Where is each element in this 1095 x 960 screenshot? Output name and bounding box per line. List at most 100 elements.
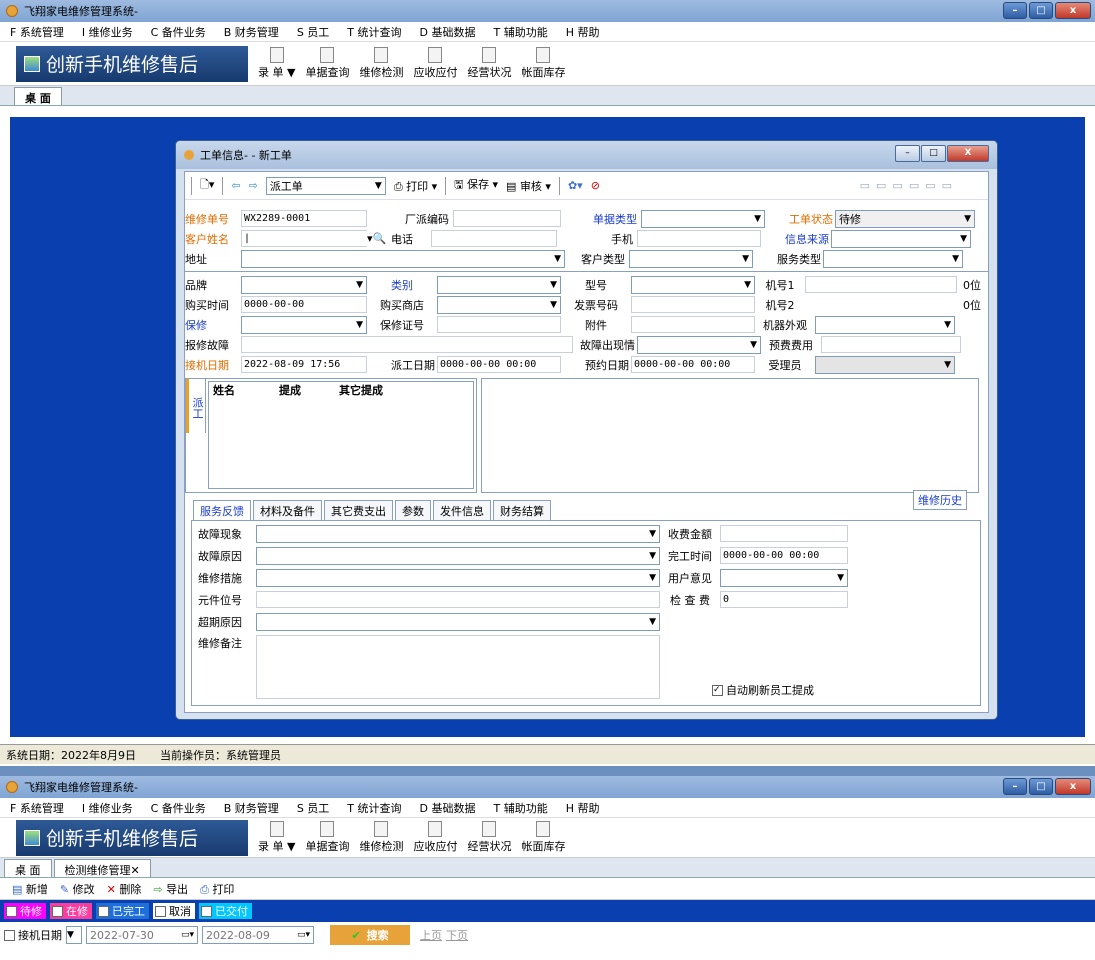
menu-help[interactable]: H 帮助 (566, 800, 600, 816)
appoint-date-input[interactable]: 0000-00-00 00:00 (631, 356, 755, 373)
stock-button-2[interactable]: 帐面库存 (521, 821, 565, 854)
filter-cancelled[interactable]: 取消 (153, 903, 195, 919)
repair-no-input[interactable]: WX2289-0001 (241, 210, 367, 227)
repair-check-button[interactable]: 维修检测 (359, 47, 403, 80)
doc-query-button[interactable]: 单据查询 (305, 47, 349, 80)
tab-shipping[interactable]: 发件信息 (433, 500, 491, 521)
doc-type-select[interactable]: ▼ (641, 209, 765, 228)
component-input[interactable] (256, 591, 660, 608)
prev-arrow-icon[interactable]: ⇦ (231, 179, 240, 192)
tools-icon[interactable]: ✿▾ (568, 179, 583, 192)
phone-input[interactable] (431, 230, 557, 247)
warranty-cert-input[interactable] (437, 316, 561, 333)
next-page-link[interactable]: 下页 (446, 927, 468, 943)
menu-finance[interactable]: B 财务管理 (224, 800, 279, 816)
col-other-commission[interactable]: 其它提成 (339, 382, 419, 400)
col-name[interactable]: 姓名 (209, 382, 279, 400)
warranty-select[interactable]: ▼ (241, 315, 367, 334)
service-type-select[interactable]: ▼ (823, 249, 963, 268)
menu-tools[interactable]: T 辅助功能 (493, 800, 547, 816)
print-button[interactable]: ⎙ 打印 ▾ (394, 178, 437, 194)
prepay-input[interactable] (821, 336, 961, 353)
tab-params[interactable]: 参数 (395, 500, 431, 521)
menu-tools[interactable]: T 辅助功能 (493, 24, 547, 40)
filter-repairing[interactable]: 在修 (50, 903, 92, 919)
note-textarea[interactable] (256, 635, 660, 699)
entry-button[interactable]: 录 单 ▼ (258, 47, 295, 80)
mobile-input[interactable] (637, 230, 761, 247)
overdue-select[interactable]: ▼ (256, 612, 660, 631)
close-tab-icon[interactable]: ✕ (131, 864, 140, 877)
handler-select[interactable]: ▼ (815, 355, 955, 374)
menu-system[interactable]: F 系统管理 (10, 24, 64, 40)
dispatch-tab[interactable]: 派工 (186, 379, 206, 433)
tab-feedback[interactable]: 服务反馈 (193, 500, 251, 520)
new-doc-icon[interactable]: 🗋▾ (200, 176, 214, 195)
check-fee-input[interactable]: 0 (720, 591, 848, 608)
auto-refresh-checkbox[interactable]: ✓ 自动刷新员工提成 (712, 681, 814, 699)
menu-basedata[interactable]: D 基础数据 (420, 800, 476, 816)
fee-input[interactable] (720, 525, 848, 542)
filter-delivered[interactable]: 已交付 (199, 903, 252, 919)
customer-search-icon[interactable]: ▾🔍 (367, 232, 391, 245)
measure-select[interactable]: ▼ (256, 568, 660, 587)
repair-check-button-2[interactable]: 维修检测 (359, 821, 403, 854)
save-button[interactable]: 🖫 保存 ▾ (454, 176, 498, 195)
dispatch-date-input[interactable]: 0000-00-00 00:00 (437, 356, 561, 373)
search-button[interactable]: ✔ 搜索 (330, 925, 410, 945)
accessory-input[interactable] (631, 316, 755, 333)
tab-desktop[interactable]: 桌 面 (14, 87, 62, 105)
fault-occur-select[interactable]: ▼ (637, 335, 761, 354)
close-button-2[interactable]: x (1055, 778, 1091, 795)
menu-stats[interactable]: T 统计查询 (347, 800, 401, 816)
menu-repair[interactable]: I 维修业务 (82, 800, 133, 816)
info-source-select[interactable]: ▼ (831, 229, 971, 248)
receivable-button-2[interactable]: 应收应付 (413, 821, 457, 854)
history-button[interactable]: 维修历史 (913, 490, 967, 510)
tab-materials[interactable]: 材料及备件 (253, 500, 322, 521)
stock-button[interactable]: 帐面库存 (521, 47, 565, 80)
date-to-input[interactable]: 2022-08-09 ▭▾ (202, 926, 314, 944)
fault-phenomenon-select[interactable]: ▼ (256, 524, 660, 543)
customer-input[interactable]: | (241, 230, 367, 247)
receivable-button[interactable]: 应收应付 (413, 47, 457, 80)
prev-page-link[interactable]: 上页 (420, 927, 442, 943)
menu-help[interactable]: H 帮助 (566, 24, 600, 40)
next-arrow-icon[interactable]: ⇨ (249, 179, 258, 192)
review-button[interactable]: ▤ 审核 ▾ (506, 178, 551, 194)
customer-type-select[interactable]: ▼ (629, 249, 753, 268)
menu-system[interactable]: F 系统管理 (10, 800, 64, 816)
delete-button[interactable]: ✕ 删除 (107, 881, 142, 897)
menu-basedata[interactable]: D 基础数据 (420, 24, 476, 40)
menu-finance[interactable]: B 财务管理 (224, 24, 279, 40)
address-select[interactable]: ▼ (241, 249, 565, 268)
notes-panel[interactable] (481, 378, 979, 493)
add-button[interactable]: ▤ 新增 (12, 881, 48, 897)
purchase-time-input[interactable]: 0000-00-00 (241, 296, 367, 313)
store-select[interactable]: ▼ (437, 295, 561, 314)
finish-input[interactable]: 0000-00-00 00:00 (720, 547, 848, 564)
date-field-checkbox[interactable]: 接机日期 (4, 927, 62, 943)
filter-pending[interactable]: 待修 (4, 903, 46, 919)
model-select[interactable]: ▼ (631, 275, 755, 294)
factory-code-input[interactable] (453, 210, 561, 227)
col-commission[interactable]: 提成 (279, 382, 339, 400)
tab-other-fees[interactable]: 其它费支出 (324, 500, 393, 521)
dialog-close-button[interactable]: X (947, 145, 989, 162)
close-button[interactable]: x (1055, 2, 1091, 19)
edit-button[interactable]: ✎ 修改 (60, 881, 95, 897)
appearance-select[interactable]: ▼ (815, 315, 955, 334)
menu-staff[interactable]: S 员工 (297, 800, 329, 816)
dialog-minimize-button[interactable]: – (895, 145, 920, 162)
fault-reason-select[interactable]: ▼ (256, 546, 660, 565)
receive-date-input[interactable]: 2022-08-09 17:56 (241, 356, 367, 373)
print-button-2[interactable]: ⎙ 打印 (200, 881, 234, 897)
menu-repair[interactable]: I 维修业务 (82, 24, 133, 40)
minimize-button-2[interactable]: – (1003, 778, 1027, 795)
tab-repair-management[interactable]: 检测维修管理✕ (53, 859, 151, 877)
tab-settlement[interactable]: 财务结算 (493, 500, 551, 521)
dispatch-select[interactable]: 派工单 ▼ (265, 176, 386, 195)
brand-select[interactable]: ▼ (241, 275, 367, 294)
filter-completed[interactable]: 已完工 (96, 903, 149, 919)
doc-query-button-2[interactable]: 单据查询 (305, 821, 349, 854)
